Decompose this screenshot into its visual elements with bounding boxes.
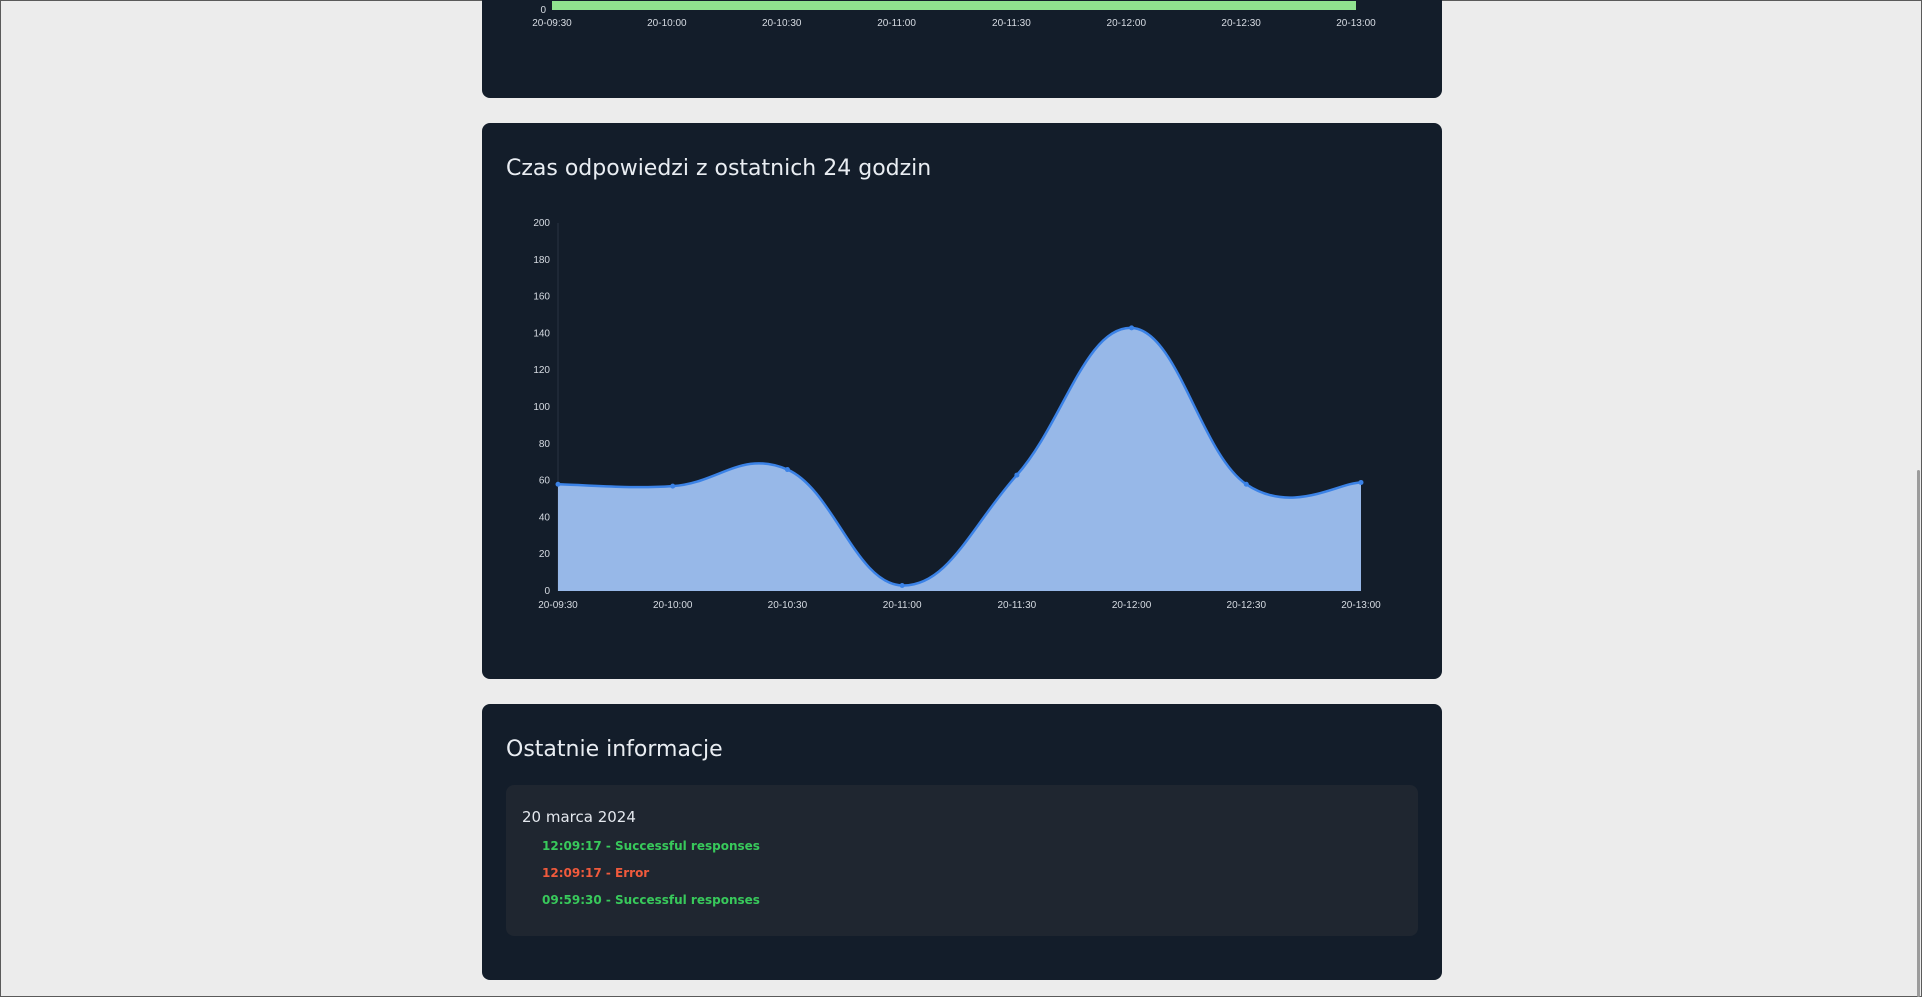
data-point — [555, 481, 561, 487]
x-tick-label: 20-11:00 — [883, 600, 922, 611]
x-tick-label: 20-12:00 — [1112, 600, 1152, 611]
status-bar — [552, 1, 1356, 10]
y-tick-label: 200 — [533, 218, 550, 229]
y-tick-label: 40 — [539, 512, 551, 523]
x-tick-label: 20-13:00 — [1341, 600, 1381, 611]
scrollbar-thumb[interactable] — [1917, 470, 1920, 997]
x-tick-label: 20-09:30 — [538, 600, 578, 611]
y-tick-label: 160 — [533, 292, 550, 303]
x-tick-label: 20-13:00 — [1336, 18, 1376, 29]
info-log-box: 20 marca 2024 12:09:17 - Successful resp… — [506, 785, 1418, 936]
recent-info-title: Ostatnie informacje — [506, 737, 723, 762]
y-tick-label: 60 — [539, 476, 551, 487]
x-tick-label: 20-12:30 — [1221, 18, 1261, 29]
data-point — [1129, 325, 1135, 331]
data-point — [1358, 479, 1364, 485]
response-time-card: Czas odpowiedzi z ostatnich 24 godzin 02… — [482, 123, 1442, 679]
y-tick-label: 0 — [540, 5, 546, 16]
x-tick-label: 20-11:00 — [877, 18, 916, 29]
x-tick-label: 20-11:30 — [992, 18, 1031, 29]
x-tick-label: 20-12:30 — [1227, 600, 1267, 611]
y-tick-label: 100 — [533, 402, 550, 413]
y-tick-label: 120 — [533, 365, 550, 376]
info-log-list: 12:09:17 - Successful responses 12:09:17 … — [542, 839, 760, 920]
x-tick-label: 20-10:00 — [653, 600, 693, 611]
info-log-item-error: 12:09:17 - Error — [542, 866, 650, 880]
x-tick-label: 20-10:30 — [768, 600, 808, 611]
y-tick-label: 180 — [533, 255, 550, 266]
info-log-item-success: 12:09:17 - Successful responses — [542, 839, 760, 853]
response-time-chart: 0 20 40 60 80 100 120 140 160 180 200 20-09:30 20-10… — [533, 218, 1381, 611]
status-history-chart: 0 20-09:30 20-10:00 20-10:30 20-11:00 20-11:3… — [532, 1, 1376, 29]
recent-info-card: Ostatnie informacje 20 marca 2024 12:09:… — [482, 704, 1442, 980]
data-point — [784, 467, 790, 473]
status-history-card: 0 20-09:30 20-10:00 20-10:30 20-11:00 20-11:3… — [482, 0, 1442, 98]
y-tick-label: 0 — [544, 586, 550, 597]
data-point — [899, 582, 905, 588]
x-tick-label: 20-10:30 — [762, 18, 802, 29]
info-date: 20 marca 2024 — [522, 808, 636, 826]
y-tick-label: 140 — [533, 328, 550, 339]
x-tick-label: 20-10:00 — [647, 18, 687, 29]
data-point — [1243, 481, 1249, 487]
info-log-item-success: 09:59:30 - Successful responses — [542, 893, 760, 907]
y-tick-label: 20 — [539, 549, 551, 560]
x-tick-label: 20-09:30 — [532, 18, 572, 29]
data-point — [670, 483, 676, 489]
x-tick-label: 20-12:00 — [1107, 18, 1147, 29]
x-tick-label: 20-11:30 — [997, 600, 1036, 611]
data-point — [1014, 472, 1020, 478]
y-tick-label: 80 — [539, 439, 551, 450]
